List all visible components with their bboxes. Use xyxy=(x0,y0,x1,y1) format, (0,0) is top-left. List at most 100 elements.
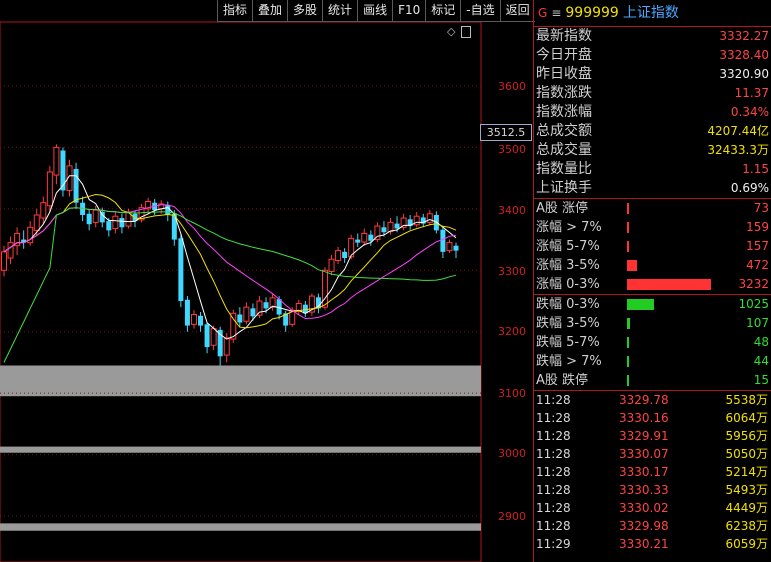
toolbar-mark-button[interactable]: 标记 xyxy=(425,0,461,22)
down-label: 跌幅 0-3% xyxy=(536,297,600,312)
candle-body xyxy=(178,238,184,301)
down-label: 跌幅 3-5% xyxy=(536,316,600,331)
tick-time: 11:28 xyxy=(536,501,571,515)
candle-body xyxy=(263,302,269,309)
candle-body xyxy=(60,150,66,191)
stat-label: 昨日收盘 xyxy=(536,66,592,82)
stat-row: 指数涨幅 0.34% xyxy=(534,103,771,122)
candle-body xyxy=(223,337,230,356)
index-stats: 最新指数 3332.27 今日开盘 3328.40 昨日收盘 3320.90 指数涨跌 11.… xyxy=(534,27,771,199)
candle-body xyxy=(243,306,250,322)
candle-body xyxy=(381,227,387,233)
candle-body xyxy=(112,215,119,230)
tick-row: 11:28 3330.17 5214万 xyxy=(534,463,771,481)
toolbar-overlay-button[interactable]: 叠加 xyxy=(252,0,288,22)
panel-toggle-icon[interactable] xyxy=(461,26,472,38)
tick-time: 11:28 xyxy=(536,429,571,443)
down-row: A股 跌停 15 xyxy=(534,371,771,390)
stat-row: 总成交量 32433.3万 xyxy=(534,141,771,160)
candle-body xyxy=(204,324,210,348)
candle-body xyxy=(321,269,328,308)
down-label: 跌幅 > 7% xyxy=(536,354,602,369)
up-label: 涨幅 > 7% xyxy=(536,220,602,235)
down-row: 跌幅 3-5% 107 xyxy=(534,314,771,333)
candle-body xyxy=(256,300,263,316)
candle-body xyxy=(106,221,112,231)
tick-volume: 4449万 xyxy=(725,501,768,515)
stat-row: 最新指数 3332.27 xyxy=(534,27,771,46)
tick-price: 3330.02 xyxy=(619,501,669,515)
down-bar xyxy=(627,299,654,310)
toolbar-statistics-button[interactable]: 统计 xyxy=(322,0,358,22)
stat-label: 今日开盘 xyxy=(536,47,592,63)
advance-distribution: A股 涨停 73 涨幅 > 7% 159 涨幅 5-7% 157 涨幅 3-5% 472 涨幅 … xyxy=(534,199,771,295)
gray-band xyxy=(0,365,481,397)
stat-row: 指数量比 1.15 xyxy=(534,160,771,179)
tick-time: 11:28 xyxy=(536,411,571,425)
toolbar-draw-line-button[interactable]: 画线 xyxy=(357,0,393,22)
tick-row: 11:28 3329.91 5956万 xyxy=(534,427,771,445)
up-value: 157 xyxy=(746,239,769,253)
g-icon[interactable]: G xyxy=(538,6,547,20)
tick-time: 11:29 xyxy=(536,537,571,551)
down-label: A股 跌停 xyxy=(536,373,589,388)
candle-body xyxy=(368,234,374,241)
stat-label: 最新指数 xyxy=(536,28,592,44)
candle-body xyxy=(446,242,453,252)
candle-body xyxy=(1,251,7,271)
up-value: 159 xyxy=(746,220,769,234)
down-value: 1025 xyxy=(738,297,769,311)
stat-value: 3332.27 xyxy=(719,29,769,43)
tick-price: 3330.17 xyxy=(619,465,669,479)
candle-body xyxy=(190,314,197,325)
down-bar xyxy=(627,318,630,329)
up-label: 涨幅 3-5% xyxy=(536,258,600,273)
stat-label: 指数量比 xyxy=(536,161,592,177)
tick-list: 11:28 3329.78 5538万 11:28 3330.16 6064万 11:28 3… xyxy=(534,391,771,553)
candle-body xyxy=(40,202,47,219)
up-bar xyxy=(627,279,711,290)
stat-label: 总成交额 xyxy=(536,123,592,139)
tick-volume: 5050万 xyxy=(725,447,768,461)
candle-body xyxy=(119,218,125,228)
candle-body xyxy=(394,223,400,229)
candle-body xyxy=(46,171,53,207)
down-label: 跌幅 5-7% xyxy=(536,335,600,350)
tick-time: 11:28 xyxy=(536,483,571,497)
ma10-line xyxy=(3,193,457,329)
down-value: 15 xyxy=(753,373,769,387)
toolbar-back-button[interactable]: 返回 xyxy=(499,0,535,22)
candle-body xyxy=(433,215,439,231)
toolbar-watchlist-button[interactable]: -自选 xyxy=(460,0,500,22)
down-value: 107 xyxy=(746,316,769,330)
up-bar xyxy=(627,260,637,271)
tick-time: 11:28 xyxy=(536,393,571,407)
kline-chart[interactable] xyxy=(0,0,533,562)
stat-row: 上证换手 0.69% xyxy=(534,179,771,198)
toolbar-indicator-button[interactable]: 指标 xyxy=(217,0,253,22)
down-bar xyxy=(627,356,629,367)
tick-time: 11:28 xyxy=(536,447,571,461)
stat-value: 0.34% xyxy=(730,105,769,119)
tick-row: 11:28 3329.98 6238万 xyxy=(534,517,771,535)
quote-panel: G ≡ 999999 上证指数 最新指数 3332.27 今日开盘 3328.40 昨日收盘 3… xyxy=(533,0,771,562)
menu-icon[interactable]: ≡ xyxy=(551,6,561,20)
tick-volume: 6059万 xyxy=(725,537,768,551)
stat-label: 指数涨跌 xyxy=(536,85,592,101)
toolbar-multi-stock-button[interactable]: 多股 xyxy=(287,0,323,22)
up-value: 3232 xyxy=(738,277,769,291)
up-bar xyxy=(627,241,629,252)
candle-body xyxy=(99,211,105,223)
tick-volume: 5493万 xyxy=(725,483,768,497)
toolbar-f10-button[interactable]: F10 xyxy=(392,0,426,22)
stat-row: 指数涨跌 11.37 xyxy=(534,84,771,103)
tick-time: 11:28 xyxy=(536,519,571,533)
tick-price: 3329.91 xyxy=(619,429,669,443)
down-value: 44 xyxy=(753,354,769,368)
tick-price: 3330.07 xyxy=(619,447,669,461)
candle-body xyxy=(184,299,190,326)
stock-code: 999999 xyxy=(565,5,619,21)
diamond-icon[interactable]: ◇ xyxy=(447,25,455,38)
tick-volume: 6064万 xyxy=(725,411,768,425)
stat-row: 昨日收盘 3320.90 xyxy=(534,65,771,84)
